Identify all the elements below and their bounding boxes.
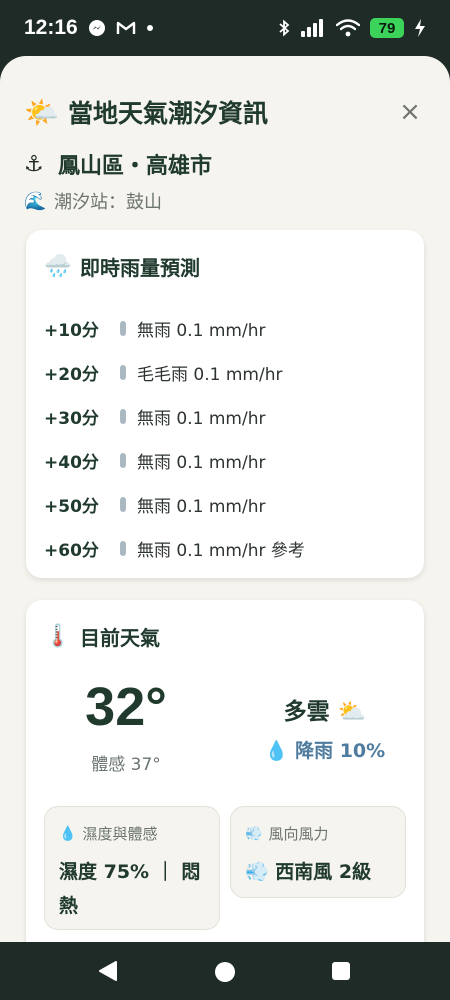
rain-forecast-time: +30分 [44, 408, 99, 429]
current-temperature: 32° [85, 677, 167, 737]
location-row: ⚓ 鳳山區・高雄市 [24, 148, 212, 180]
charging-icon [414, 19, 426, 37]
status-bar: 12:16 79 [0, 0, 450, 56]
home-button[interactable] [213, 960, 237, 984]
rain-forecast-time: +40分 [44, 452, 99, 473]
status-right: 79 [278, 18, 426, 38]
rain-intensity-bar [120, 496, 126, 512]
back-button[interactable] [96, 960, 120, 982]
rain-intensity-bar [120, 408, 126, 424]
wifi-icon [336, 19, 360, 37]
current-weather-title: 目前天氣 [80, 626, 160, 650]
rain-forecast-desc: 無雨 0.1 mm/hr [137, 496, 266, 517]
signal-icon [300, 19, 326, 37]
sheet-header: 🌤️ 當地天氣潮汐資訊 × [24, 90, 426, 134]
navigation-bar [0, 942, 450, 1000]
feels-like-temperature: 體感 37° [91, 755, 161, 775]
rain-intensity-bar [120, 452, 126, 468]
rain-forecast-time: +10分 [44, 320, 99, 341]
rain-forecast-card: 🌧️ 即時雨量預測 +10分 無雨 0.1 mm/hr +20分 毛毛雨 0.1… [26, 230, 424, 578]
rain-forecast-desc: 毛毛雨 0.1 mm/hr [137, 364, 283, 385]
gmail-icon [116, 20, 136, 36]
back-triangle-icon [99, 961, 117, 981]
battery-level: 79 [370, 18, 404, 38]
droplet-icon: 💧 [59, 825, 77, 842]
messenger-icon [88, 19, 106, 37]
bluetooth-icon [278, 19, 290, 37]
rain-forecast-row: +20分 毛毛雨 0.1 mm/hr [44, 350, 406, 394]
humidity-value: 濕度 75% ｜ 悶熱 [59, 861, 201, 917]
rain-intensity-bar [120, 320, 126, 336]
rain-cloud-icon: 🌧️ [44, 254, 72, 279]
rain-forecast-row: +10分 無雨 0.1 mm/hr [44, 306, 406, 350]
status-left: 12:16 [24, 16, 154, 40]
rain-forecast-time: +20分 [44, 364, 99, 385]
rain-intensity-bar [120, 540, 126, 556]
tide-station-row: 🌊 潮汐站：鼓山 [24, 188, 162, 214]
weather-sheet: 🌤️ 當地天氣潮汐資訊 × ⚓ 鳳山區・高雄市 🌊 潮汐站：鼓山 🌧️ 即時雨量… [0, 56, 450, 942]
wind-card: 💨 風向風力 💨 西南風 2級 [230, 806, 406, 898]
dot-icon [146, 24, 154, 32]
rain-forecast-title-row: 🌧️ 即時雨量預測 [44, 252, 200, 281]
rain-forecast-desc: 無雨 0.1 mm/hr 參考 [137, 540, 305, 561]
rain-intensity-bar [120, 364, 126, 380]
wind-label: 風向風力 [268, 825, 329, 843]
rain-forecast-desc: 無雨 0.1 mm/hr [137, 452, 266, 473]
location-name: 鳳山區・高雄市 [58, 154, 213, 179]
thermometer-icon: 🌡️ [44, 624, 72, 649]
current-weather-card: 🌡️ 目前天氣 32° 體感 37° 多雲 ⛅ 💧 降雨 10% 💧 濕度與體感… [26, 600, 424, 942]
rain-forecast-row: +60分 無雨 0.1 mm/hr 參考 [44, 526, 406, 570]
sun-cloud-icon: 🌤️ [24, 95, 59, 129]
rain-forecast-list: +10分 無雨 0.1 mm/hr +20分 毛毛雨 0.1 mm/hr +30… [44, 306, 406, 570]
rain-forecast-time: +60分 [44, 540, 99, 561]
wave-icon: 🌊 [24, 190, 47, 212]
rain-forecast-row: +40分 無雨 0.1 mm/hr [44, 438, 406, 482]
humidity-label-row: 💧 濕度與體感 [59, 823, 157, 844]
rain-forecast-desc: 無雨 0.1 mm/hr [137, 320, 266, 341]
rain-forecast-row: +30分 無雨 0.1 mm/hr [44, 394, 406, 438]
wind-value: 💨 西南風 2級 [245, 861, 372, 883]
recents-button[interactable] [331, 961, 351, 981]
rain-forecast-time: +50分 [44, 496, 99, 517]
rain-forecast-row: +50分 無雨 0.1 mm/hr [44, 482, 406, 526]
rain-forecast-title: 即時雨量預測 [80, 256, 200, 280]
page-title: 當地天氣潮汐資訊 [68, 99, 269, 128]
recents-square-icon [332, 962, 350, 980]
anchor-icon: ⚓ [24, 151, 44, 177]
humidity-label: 濕度與體感 [82, 825, 158, 843]
home-circle-icon [215, 962, 235, 982]
close-button[interactable]: × [394, 96, 426, 128]
status-clock: 12:16 [24, 16, 78, 39]
wind-icon: 💨 [245, 825, 263, 842]
rain-chance: 💧 降雨 10% [264, 740, 386, 762]
humidity-card: 💧 濕度與體感 濕度 75% ｜ 悶熱 [44, 806, 220, 930]
tide-station-label: 潮汐站：鼓山 [54, 192, 162, 213]
current-weather-title-row: 🌡️ 目前天氣 [44, 622, 160, 651]
rain-forecast-desc: 無雨 0.1 mm/hr [137, 408, 266, 429]
weather-condition: 多雲 ⛅ [283, 699, 367, 725]
wind-label-row: 💨 風向風力 [245, 823, 328, 844]
